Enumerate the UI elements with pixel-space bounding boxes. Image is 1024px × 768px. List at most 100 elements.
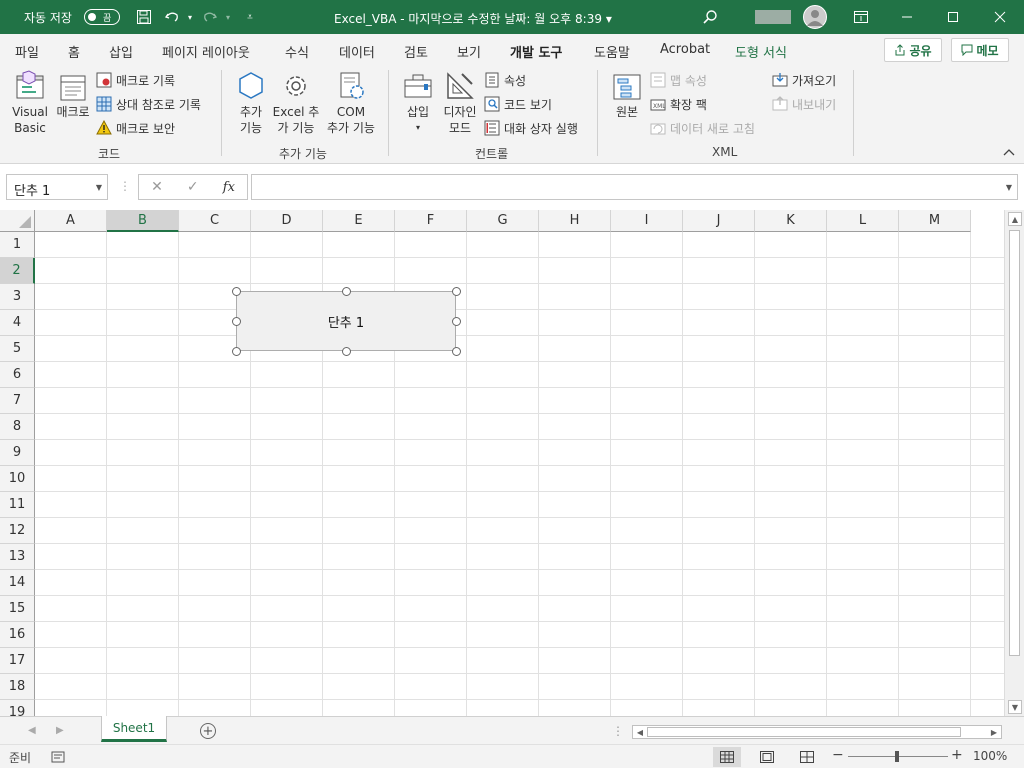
row-header-12[interactable]: 12 bbox=[0, 518, 35, 544]
save-icon[interactable] bbox=[135, 8, 153, 26]
tab-home[interactable]: 홈 bbox=[68, 42, 80, 61]
tab-acrobat[interactable]: Acrobat bbox=[660, 42, 710, 57]
vertical-scrollbar[interactable]: ▲ ▼ bbox=[1004, 210, 1024, 716]
comments-button[interactable]: 메모 bbox=[951, 38, 1009, 62]
resize-handle-top-left[interactable] bbox=[232, 287, 241, 296]
zoom-in-button[interactable]: + bbox=[951, 747, 963, 763]
zoom-level[interactable]: 100% bbox=[973, 749, 1007, 763]
normal-view-icon[interactable] bbox=[713, 747, 741, 767]
minimize-icon[interactable] bbox=[884, 0, 930, 34]
add-sheet-icon[interactable]: + bbox=[200, 723, 216, 739]
accessibility-icon[interactable] bbox=[51, 750, 65, 767]
record-macro-button[interactable]: 매크로 기록 bbox=[96, 70, 175, 90]
column-header-e[interactable]: E bbox=[323, 210, 395, 232]
collapse-ribbon-icon[interactable] bbox=[1003, 148, 1015, 159]
zoom-slider-thumb[interactable] bbox=[895, 751, 899, 762]
import-button[interactable]: 가져오기 bbox=[772, 70, 836, 90]
scroll-up-icon[interactable]: ▲ bbox=[1008, 212, 1022, 226]
column-header-m[interactable]: M bbox=[899, 210, 971, 232]
worksheet-grid[interactable]: ABCDEFGHIJKLM 1 2 3 4 5 6 7 8 9 10 11 12 13 14 15 16 17 1… bbox=[0, 210, 1004, 716]
tab-shape-format[interactable]: 도형 서식 bbox=[735, 42, 787, 61]
prev-sheet-icon[interactable]: ◀ bbox=[28, 725, 36, 736]
column-header-j[interactable]: J bbox=[683, 210, 755, 232]
resize-handle-bottom-left[interactable] bbox=[232, 347, 241, 356]
share-button[interactable]: 공유 bbox=[884, 38, 942, 62]
insert-control-button[interactable]: 삽입 ▾ bbox=[401, 70, 435, 136]
column-header-b[interactable]: B bbox=[107, 210, 179, 232]
tab-insert[interactable]: 삽입 bbox=[109, 42, 133, 61]
scroll-right-icon[interactable]: ▶ bbox=[987, 725, 1001, 739]
vertical-scroll-thumb[interactable] bbox=[1009, 230, 1020, 656]
row-header-3[interactable]: 3 bbox=[0, 284, 35, 310]
undo-dropdown-icon[interactable]: ▾ bbox=[181, 8, 199, 26]
tab-view[interactable]: 보기 bbox=[457, 42, 481, 61]
resize-handle-bottom[interactable] bbox=[342, 347, 351, 356]
customize-qat-icon[interactable]: ⩡ bbox=[241, 8, 259, 26]
avatar[interactable] bbox=[803, 5, 827, 29]
enter-icon[interactable]: ✓ bbox=[187, 179, 199, 195]
row-header-16[interactable]: 16 bbox=[0, 622, 35, 648]
column-header-l[interactable]: L bbox=[827, 210, 899, 232]
addins-button[interactable]: 추가 기능 bbox=[234, 70, 268, 136]
view-code-button[interactable]: 코드 보기 bbox=[484, 94, 552, 114]
tab-formulas[interactable]: 수식 bbox=[285, 42, 309, 61]
resize-handle-left[interactable] bbox=[232, 317, 241, 326]
insert-function-icon[interactable]: fx bbox=[223, 180, 235, 195]
column-header-d[interactable]: D bbox=[251, 210, 323, 232]
tab-file[interactable]: 파일 bbox=[15, 42, 39, 61]
visual-basic-button[interactable]: Visual Basic bbox=[10, 70, 50, 136]
autosave-toggle[interactable]: 끔 bbox=[84, 9, 120, 25]
row-header-5[interactable]: 5 bbox=[0, 336, 35, 362]
expand-formula-bar-icon[interactable]: ▼ bbox=[1006, 183, 1012, 192]
horizontal-scroll-thumb[interactable] bbox=[647, 727, 961, 737]
map-properties-button[interactable]: 맵 속성 bbox=[650, 70, 707, 90]
column-header-c[interactable]: C bbox=[179, 210, 251, 232]
ribbon-display-options-icon[interactable] bbox=[838, 0, 884, 34]
row-header-8[interactable]: 8 bbox=[0, 414, 35, 440]
column-header-f[interactable]: F bbox=[395, 210, 467, 232]
expansion-packs-button[interactable]: XML 확장 팩 bbox=[650, 94, 707, 114]
excel-addins-button[interactable]: Excel 추 가 기능 bbox=[272, 70, 320, 136]
macro-security-button[interactable]: 매크로 보안 bbox=[96, 118, 175, 138]
select-all-corner[interactable] bbox=[0, 210, 35, 232]
relative-references-button[interactable]: 상대 참조로 기록 bbox=[96, 94, 201, 114]
design-mode-button[interactable]: 디자인 모드 bbox=[441, 70, 479, 136]
xml-source-button[interactable]: 원본 bbox=[610, 70, 644, 120]
row-header-19[interactable]: 19 bbox=[0, 700, 35, 716]
horizontal-scrollbar[interactable]: ◀ ▶ bbox=[632, 725, 1002, 739]
row-header-6[interactable]: 6 bbox=[0, 362, 35, 388]
resize-handle-right[interactable] bbox=[452, 317, 461, 326]
scroll-down-icon[interactable]: ▼ bbox=[1008, 700, 1022, 714]
row-header-9[interactable]: 9 bbox=[0, 440, 35, 466]
row-header-18[interactable]: 18 bbox=[0, 674, 35, 700]
maximize-icon[interactable] bbox=[930, 0, 976, 34]
redo-icon[interactable] bbox=[201, 8, 219, 26]
tab-review[interactable]: 검토 bbox=[404, 42, 428, 61]
scroll-left-icon[interactable]: ◀ bbox=[633, 725, 647, 739]
page-layout-view-icon[interactable] bbox=[753, 747, 781, 767]
com-addins-button[interactable]: COM 추가 기능 bbox=[324, 70, 378, 136]
close-icon[interactable] bbox=[977, 0, 1023, 34]
tab-developer[interactable]: 개발 도구 bbox=[510, 42, 563, 67]
formula-input[interactable]: ▼ bbox=[251, 174, 1018, 200]
name-box[interactable]: 단추 1 ▼ bbox=[6, 174, 108, 200]
row-header-10[interactable]: 10 bbox=[0, 466, 35, 492]
chevron-down-icon[interactable]: ▼ bbox=[96, 183, 102, 192]
row-header-7[interactable]: 7 bbox=[0, 388, 35, 414]
column-header-g[interactable]: G bbox=[467, 210, 539, 232]
properties-button[interactable]: 속성 bbox=[484, 70, 526, 90]
form-control-button[interactable]: 단추 1 bbox=[236, 291, 456, 351]
sheet-tab-sheet1[interactable]: Sheet1 bbox=[101, 716, 167, 742]
tab-page-layout[interactable]: 페이지 레이아웃 bbox=[162, 42, 250, 61]
resize-handle-top[interactable] bbox=[342, 287, 351, 296]
row-header-4[interactable]: 4 bbox=[0, 310, 35, 336]
resize-handle-top-right[interactable] bbox=[452, 287, 461, 296]
window-title[interactable]: Excel_VBA - 마지막으로 수정한 날짜: 월 오후 8:39 ▾ bbox=[334, 10, 612, 27]
zoom-out-button[interactable]: − bbox=[832, 747, 844, 763]
search-icon[interactable] bbox=[701, 8, 719, 26]
column-header-k[interactable]: K bbox=[755, 210, 827, 232]
refresh-data-button[interactable]: 데이터 새로 고침 bbox=[650, 118, 755, 138]
tab-data[interactable]: 데이터 bbox=[339, 42, 375, 61]
row-header-1[interactable]: 1 bbox=[0, 232, 35, 258]
row-header-13[interactable]: 13 bbox=[0, 544, 35, 570]
